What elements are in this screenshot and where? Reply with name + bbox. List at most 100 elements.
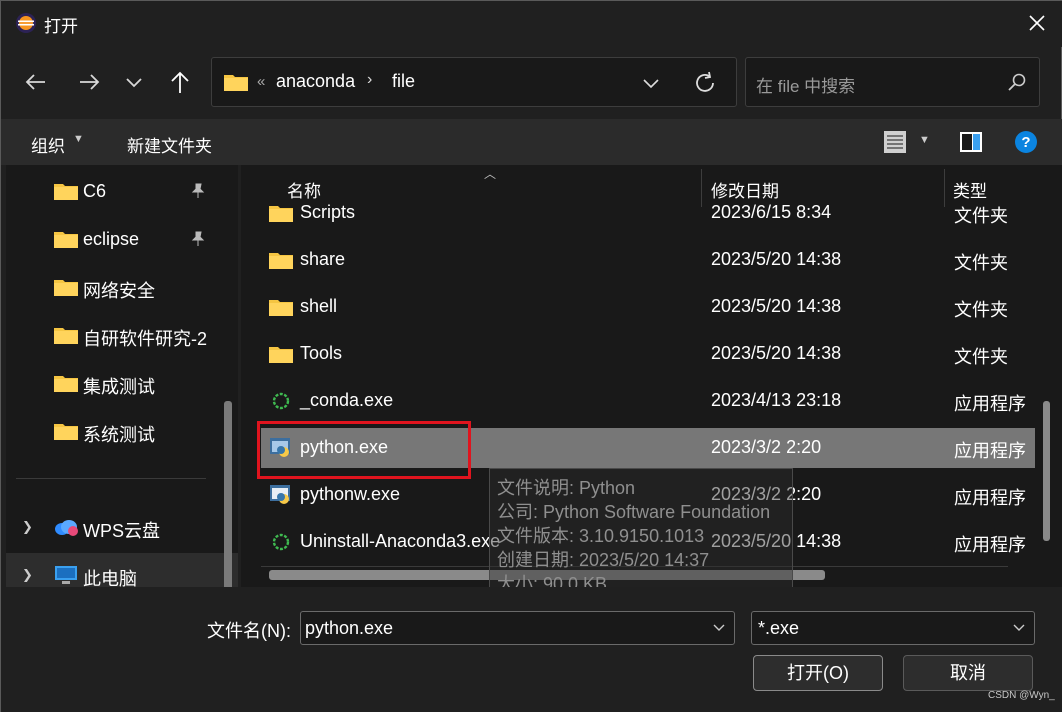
search-box[interactable]: 在 file 中搜索 <box>745 57 1040 107</box>
folder-icon <box>54 376 78 392</box>
tooltip-line: 文件版本: 3.10.9150.1013 <box>497 526 705 546</box>
folder-icon <box>54 184 78 200</box>
cancel-button[interactable]: 取消 <box>903 655 1033 691</box>
file-type: 文件夹 <box>954 206 1008 226</box>
file-name: Scripts <box>300 202 356 222</box>
file-row[interactable]: shell 2023/5/20 14:38 文件夹 <box>261 287 1035 327</box>
address-bar[interactable]: « anaconda › file <box>211 57 737 107</box>
file-name: shell <box>300 296 338 316</box>
organize-menu[interactable]: 组织 <box>31 132 65 157</box>
search-icon[interactable] <box>1007 72 1027 92</box>
filename-input[interactable]: python.exe <box>300 611 735 645</box>
file-type: 文件夹 <box>954 253 1008 273</box>
preview-pane-icon[interactable] <box>959 130 983 154</box>
file-name: Uninstall-Anaconda3.exe <box>300 531 501 551</box>
nav-item-label: 自研软件研究-2 <box>83 329 208 349</box>
folder-icon <box>269 300 293 316</box>
file-row[interactable]: share 2023/5/20 14:38 文件夹 <box>261 240 1035 280</box>
file-type: 应用程序 <box>954 488 1026 508</box>
expand-chevron-icon[interactable]: ❯ <box>22 567 33 583</box>
open-file-dialog: 打开 « anaconda › file 在 file 中搜索 组织 ▼ 新建文… <box>0 0 1062 712</box>
folder-icon <box>224 75 248 91</box>
nav-item-wps-cloud[interactable]: ❯ WPS云盘 <box>6 505 238 549</box>
dialog-footer: 文件名(N): python.exe *.exe 打开(O) 取消 CSDN @… <box>1 587 1062 712</box>
eclipse-app-icon <box>16 13 36 33</box>
nav-divider <box>16 478 206 479</box>
search-placeholder[interactable]: 在 file 中搜索 <box>756 72 855 97</box>
file-row[interactable]: Scripts 2023/6/15 8:34 文件夹 <box>261 193 1035 233</box>
filename-value[interactable]: python.exe <box>305 618 393 639</box>
file-type: 应用程序 <box>954 535 1026 555</box>
file-date: 2023/6/15 8:34 <box>711 202 832 222</box>
nav-item-research-2[interactable]: 自研软件研究-2 <box>6 313 238 357</box>
folder-icon <box>54 424 78 440</box>
recent-locations-chevron-icon[interactable] <box>119 67 149 97</box>
file-row[interactable]: _conda.exe 2023/4/13 23:18 应用程序 <box>261 381 1035 421</box>
file-date: 2023/3/2 2:20 <box>711 437 822 457</box>
folder-icon <box>54 232 78 248</box>
folder-icon <box>269 253 293 269</box>
command-bar: 组织 ▼ 新建文件夹 ▼ ? <box>1 119 1062 165</box>
tooltip-line: 文件说明: Python <box>497 478 636 498</box>
filetype-select[interactable]: *.exe <box>751 611 1035 645</box>
file-name: Tools <box>300 343 343 363</box>
nav-item-system-test[interactable]: 系统测试 <box>6 409 238 453</box>
file-date: 2023/5/20 14:38 <box>711 296 842 316</box>
chevron-down-icon[interactable] <box>1012 622 1026 634</box>
conda-icon <box>272 392 290 410</box>
file-row[interactable]: Tools 2023/5/20 14:38 文件夹 <box>261 334 1035 374</box>
svg-text:?: ? <box>1021 134 1030 151</box>
vertical-scrollbar[interactable] <box>1043 401 1050 541</box>
nav-item-label: 网络安全 <box>83 281 155 301</box>
python-icon <box>270 485 290 504</box>
forward-arrow-icon[interactable] <box>74 67 104 97</box>
refresh-icon[interactable] <box>692 70 718 96</box>
expand-chevron-icon[interactable]: ❯ <box>22 519 33 535</box>
nav-item-eclipse[interactable]: eclipse <box>6 217 238 261</box>
tooltip-line: 公司: Python Software Foundation <box>497 502 771 522</box>
pin-icon[interactable] <box>190 183 206 199</box>
nav-item-c6[interactable]: C6 <box>6 169 238 213</box>
address-dropdown-icon[interactable] <box>640 72 662 94</box>
back-arrow-icon[interactable] <box>21 67 51 97</box>
file-date: 2023/5/20 14:38 <box>711 343 842 363</box>
highlight-box <box>257 421 471 479</box>
breadcrumb-anaconda[interactable]: anaconda <box>276 71 355 92</box>
breadcrumb-separator[interactable]: › <box>367 71 372 89</box>
pin-icon[interactable] <box>190 231 206 247</box>
organize-chevron-icon[interactable]: ▼ <box>73 133 84 145</box>
new-folder-button[interactable]: 新建文件夹 <box>127 132 212 157</box>
nav-item-label: eclipse <box>83 229 140 249</box>
open-button[interactable]: 打开(O) <box>753 655 883 691</box>
nav-item-label: C6 <box>83 181 107 201</box>
file-type: 应用程序 <box>954 394 1026 414</box>
folder-icon <box>269 347 293 363</box>
cloud-icon <box>55 520 78 536</box>
nav-item-label: WPS云盘 <box>83 521 161 541</box>
chevron-down-icon[interactable] <box>712 622 726 634</box>
nav-item-this-pc[interactable]: ❯ 此电脑 <box>6 553 238 587</box>
file-name: _conda.exe <box>300 390 394 410</box>
nav-item-label: 系统测试 <box>83 425 155 445</box>
view-chevron-icon[interactable]: ▼ <box>919 134 930 146</box>
folder-icon <box>269 206 293 222</box>
nav-item-network-security[interactable]: 网络安全 <box>6 265 238 309</box>
breadcrumb-file[interactable]: file <box>392 71 415 92</box>
nav-item-integration-test[interactable]: 集成测试 <box>6 361 238 405</box>
nav-item-label: 集成测试 <box>83 377 155 397</box>
file-type: 应用程序 <box>954 441 1026 461</box>
up-arrow-icon[interactable] <box>165 67 195 97</box>
filename-label: 文件名(N): <box>207 621 291 641</box>
address-overflow[interactable]: « <box>257 73 265 90</box>
title-bar: 打开 <box>1 1 1062 47</box>
file-type: 文件夹 <box>954 347 1008 367</box>
nav-scrollbar[interactable] <box>224 401 232 587</box>
watermark: CSDN @Wyn_ <box>988 690 1055 701</box>
close-icon[interactable] <box>1025 11 1049 35</box>
help-icon[interactable]: ? <box>1014 130 1038 154</box>
filetype-value[interactable]: *.exe <box>758 618 799 639</box>
tooltip-line: 创建日期: 2023/5/20 14:37 <box>497 550 710 570</box>
folder-icon <box>54 328 78 344</box>
file-date: 2023/4/13 23:18 <box>711 390 842 410</box>
view-list-icon[interactable] <box>883 130 907 154</box>
